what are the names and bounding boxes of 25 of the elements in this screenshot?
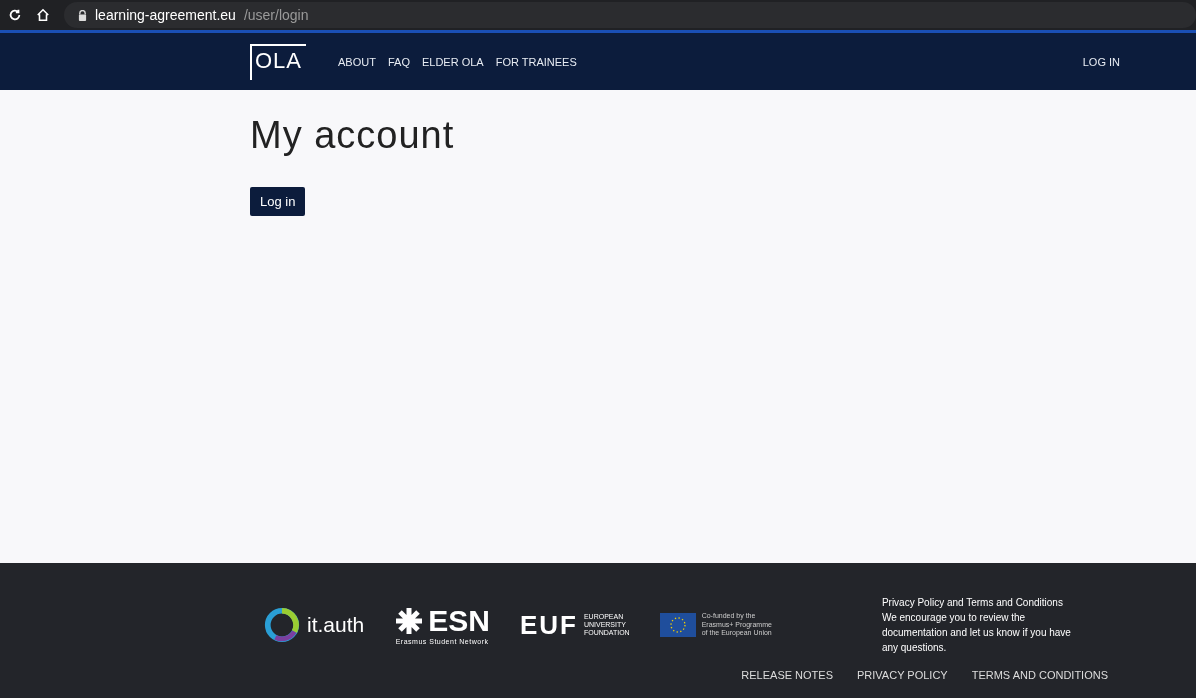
euf-logo-text: EUF <box>519 609 578 641</box>
page-title: My account <box>250 114 456 157</box>
footer-link[interactable]: PRIVACY POLICY <box>857 669 948 681</box>
notice-text: We encourage you to review the documentation and let us know if you have any questions. <box>881 611 1072 655</box>
itauth-logo-text: it.auth <box>307 613 365 637</box>
ring-logo-icon <box>263 606 301 644</box>
star-logo-icon <box>394 605 425 636</box>
url-host: learning-agreement.eu <box>95 7 236 23</box>
login-button[interactable]: Log in <box>250 187 306 216</box>
login-link[interactable]: LOG IN <box>1082 55 1120 68</box>
nav-link[interactable]: FAQ <box>387 55 410 68</box>
reload-icon[interactable] <box>8 8 22 22</box>
address-bar[interactable]: learning-agreement.eu /user/login <box>64 2 1196 28</box>
nav-link[interactable]: FOR TRAINEES <box>495 55 577 68</box>
footer-link[interactable]: RELEASE NOTES <box>741 669 833 681</box>
notice-title: Privacy Policy and Terms and Conditions <box>881 596 1064 610</box>
eu-flag-icon <box>659 613 696 637</box>
nav-link[interactable]: ELDER OLA <box>421 55 484 68</box>
home-icon[interactable] <box>36 8 50 22</box>
esn-logo-text: ESN <box>428 605 490 636</box>
ola-logo[interactable]: OLA <box>250 43 307 80</box>
footer-link[interactable]: TERMS AND CONDITIONS <box>971 669 1108 681</box>
nav-link[interactable]: ABOUT <box>338 55 376 68</box>
url-path: /user/login <box>243 7 309 23</box>
lock-icon <box>78 9 87 21</box>
